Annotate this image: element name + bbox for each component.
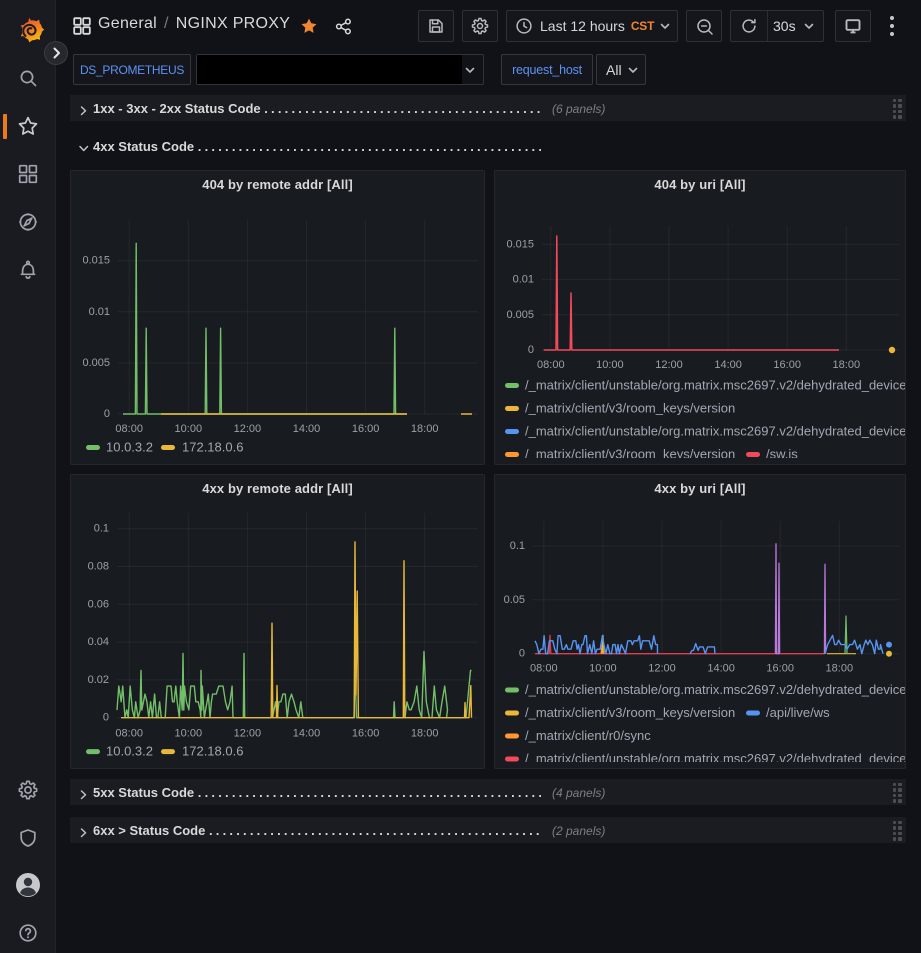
svg-text:14:00: 14:00 [293,423,321,435]
svg-text:14:00: 14:00 [293,728,321,740]
svg-text:12:00: 12:00 [234,728,262,740]
svg-text:0.005: 0.005 [506,309,534,321]
svg-text:10.0.3.2: 10.0.3.2 [106,440,153,455]
svg-text:/sw.js: /sw.js [766,447,798,459]
svg-text:172.18.0.6: 172.18.0.6 [182,440,243,455]
svg-text:08:00: 08:00 [115,728,143,740]
svg-text:14:00: 14:00 [714,359,742,371]
svg-text:/_matrix/client/unstable/org.m: /_matrix/client/unstable/org.matrix.msc2… [525,424,905,439]
svg-text:/_matrix/client/v3/room_keys/v: /_matrix/client/v3/room_keys/version [525,705,735,720]
svg-text:12:00: 12:00 [648,663,676,675]
svg-text:0: 0 [519,648,525,660]
svg-text:0.015: 0.015 [82,255,110,267]
svg-text:/_matrix/client/v3/room_keys/v: /_matrix/client/v3/room_keys/version [525,401,735,416]
svg-text:14:00: 14:00 [707,663,735,675]
svg-text:0.06: 0.06 [88,598,109,610]
svg-text:0: 0 [103,712,109,724]
svg-text:16:00: 16:00 [352,423,380,435]
svg-text:0.1: 0.1 [94,523,109,535]
svg-text:10:00: 10:00 [589,663,617,675]
svg-text:12:00: 12:00 [655,359,683,371]
svg-text:18:00: 18:00 [826,663,854,675]
svg-text:/api/live/ws: /api/live/ws [766,705,830,720]
svg-text:10:00: 10:00 [175,728,203,740]
svg-text:18:00: 18:00 [411,423,439,435]
svg-text:08:00: 08:00 [115,423,143,435]
svg-text:08:00: 08:00 [530,663,558,675]
svg-text:10:00: 10:00 [596,359,624,371]
svg-text:172.18.0.6: 172.18.0.6 [182,744,243,759]
svg-text:0: 0 [104,408,110,420]
svg-text:0.005: 0.005 [82,357,110,369]
svg-text:/_matrix/client/v3/room_keys/v: /_matrix/client/v3/room_keys/version [525,447,735,459]
svg-text:0.04: 0.04 [88,636,109,648]
svg-text:0.02: 0.02 [88,674,109,686]
svg-text:16:00: 16:00 [766,663,794,675]
svg-text:16:00: 16:00 [773,359,801,371]
svg-text:/_matrix/client/unstable/org.m: /_matrix/client/unstable/org.matrix.msc2… [525,682,905,697]
svg-text:12:00: 12:00 [234,423,262,435]
svg-text:16:00: 16:00 [352,728,380,740]
svg-text:0.01: 0.01 [513,274,534,286]
svg-text:0.08: 0.08 [88,561,109,573]
svg-text:/_matrix/client/r0/sync: /_matrix/client/r0/sync [525,728,651,743]
svg-text:08:00: 08:00 [537,359,565,371]
svg-text:/_matrix/client/unstable/org.m: /_matrix/client/unstable/org.matrix.msc2… [525,751,905,762]
svg-text:10:00: 10:00 [175,423,203,435]
svg-text:18:00: 18:00 [411,728,439,740]
svg-text:10.0.3.2: 10.0.3.2 [106,744,153,759]
svg-text:0.05: 0.05 [504,594,525,606]
svg-text:18:00: 18:00 [833,359,861,371]
svg-text:/_matrix/client/unstable/org.m: /_matrix/client/unstable/org.matrix.msc2… [525,378,905,393]
svg-text:0.1: 0.1 [510,540,525,552]
svg-text:0.015: 0.015 [506,238,534,250]
svg-text:0: 0 [528,344,534,356]
svg-text:0.01: 0.01 [89,306,110,318]
